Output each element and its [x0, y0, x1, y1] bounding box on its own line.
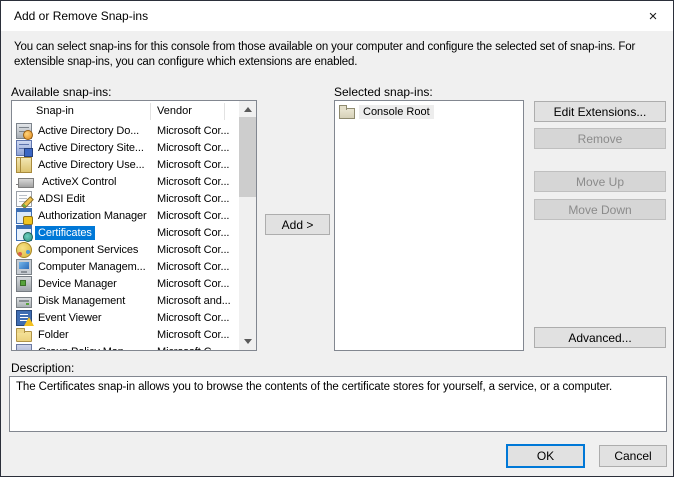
snapin-row[interactable]: Device Manager Microsoft Cor...	[12, 275, 239, 292]
disk-management-icon	[16, 296, 32, 308]
snapin-label: Device Manager	[38, 277, 117, 290]
snapin-row[interactable]: Active Directory Site... Microsoft Cor...	[12, 139, 239, 157]
snapin-vendor: Microsoft Cor...	[157, 124, 230, 137]
add-remove-snapins-dialog: Add or Remove Snap-ins × You can select …	[0, 0, 674, 477]
snapin-label: ADSI Edit	[38, 192, 85, 205]
add-button[interactable]: Add >	[265, 214, 330, 235]
snapin-vendor: Microsoft Cor...	[157, 192, 230, 205]
snapin-vendor: Microsoft Cor...	[157, 243, 230, 256]
snapin-label: Component Services	[38, 243, 139, 256]
list-header: Snap-in Vendor	[12, 101, 256, 122]
scrollbar-thumb[interactable]	[239, 117, 256, 197]
snapin-vendor: Microsoft C...	[157, 346, 220, 351]
close-icon[interactable]: ×	[639, 5, 667, 28]
ok-button[interactable]: OK	[506, 444, 585, 468]
edit-extensions-button[interactable]: Edit Extensions...	[534, 101, 666, 122]
snapin-vendor: Microsoft Cor...	[157, 311, 230, 324]
column-header-vendor[interactable]: Vendor	[157, 105, 192, 117]
computer-management-icon	[16, 258, 32, 275]
snapin-vendor: Microsoft Cor...	[157, 158, 230, 171]
snapin-vendor: Microsoft Cor...	[157, 226, 230, 239]
description-box: The Certificates snap-in allows you to b…	[9, 376, 667, 432]
selected-snapin-item[interactable]: Console Root	[335, 101, 523, 119]
snapin-vendor: Microsoft Cor...	[157, 328, 230, 341]
snapin-row[interactable]: Disk Management Microsoft and...	[12, 292, 239, 309]
scrollbar[interactable]	[239, 101, 256, 350]
snapin-row[interactable]: ActiveX Control Microsoft Cor...	[12, 173, 239, 190]
snapin-row[interactable]: ADSI Edit Microsoft Cor...	[12, 190, 239, 207]
snapin-label: Active Directory Use...	[38, 158, 145, 171]
snapin-row[interactable]: Active Directory Use... Microsoft Cor...	[12, 156, 239, 173]
device-manager-icon	[16, 275, 32, 292]
snapin-label: Active Directory Do...	[38, 124, 140, 137]
event-viewer-icon	[16, 309, 34, 326]
authorization-manager-icon	[16, 207, 33, 225]
snapin-label: ActiveX Control	[42, 175, 117, 188]
snapin-row[interactable]: Folder Microsoft Cor...	[12, 326, 239, 343]
move-up-button: Move Up	[534, 171, 666, 192]
snapin-vendor: Microsoft Cor...	[157, 175, 230, 188]
window-title: Add or Remove Snap-ins	[14, 9, 149, 23]
snapin-label: Group Policy Man...	[35, 345, 136, 351]
snapin-row[interactable]: Certificates Microsoft Cor...	[12, 224, 239, 242]
scrollbar-up-icon[interactable]	[239, 101, 256, 118]
available-snapins-label: Available snap-ins:	[11, 85, 112, 99]
cancel-button[interactable]: Cancel	[599, 445, 667, 467]
snapin-row[interactable]: Authorization Manager Microsoft Cor...	[12, 207, 239, 225]
available-snapins-list: Snap-in Vendor Active Directory Do... Mic…	[11, 100, 257, 351]
snapin-vendor: Microsoft and...	[157, 294, 231, 307]
component-services-icon	[16, 241, 32, 258]
intro-text: You can select snap-ins for this console…	[14, 40, 666, 70]
snapin-label: Event Viewer	[38, 311, 102, 324]
snapin-rows: Active Directory Do... Microsoft Cor... Ac…	[12, 122, 239, 350]
selected-snapins-list: Console Root	[334, 100, 524, 351]
advanced-button[interactable]: Advanced...	[534, 327, 666, 348]
group-policy-icon	[16, 343, 32, 350]
scrollbar-down-icon[interactable]	[239, 333, 256, 350]
ad-domains-icon	[16, 122, 33, 140]
snapin-label: Folder	[38, 328, 69, 341]
selected-snapins-label: Selected snap-ins:	[334, 85, 433, 99]
folder-icon	[16, 328, 32, 342]
snapin-vendor: Microsoft Cor...	[157, 209, 230, 222]
snapin-row[interactable]: Computer Managem... Microsoft Cor...	[12, 258, 239, 275]
activex-icon	[16, 178, 34, 188]
selected-snapin-label: Console Root	[359, 104, 434, 119]
column-divider	[224, 103, 225, 120]
snapin-label: Certificates	[35, 225, 95, 240]
snapin-row[interactable]: Active Directory Do... Microsoft Cor...	[12, 122, 239, 140]
titlebar: Add or Remove Snap-ins ×	[1, 1, 673, 31]
snapin-row[interactable]: Event Viewer Microsoft Cor...	[12, 309, 239, 326]
certificates-icon	[16, 224, 33, 242]
snapin-row[interactable]: Component Services Microsoft Cor...	[12, 241, 239, 258]
column-header-snapin[interactable]: Snap-in	[36, 105, 74, 117]
snapin-vendor: Microsoft Cor...	[157, 277, 230, 290]
intro-line-2: extensible snap-ins, you can configure w…	[14, 56, 358, 68]
snapin-label: Authorization Manager	[38, 209, 147, 222]
console-root-folder-icon	[339, 105, 355, 119]
ad-sites-icon	[16, 139, 33, 157]
snapin-row[interactable]: Group Policy Man... Microsoft C...	[12, 343, 239, 350]
column-divider	[150, 103, 151, 120]
description-label: Description:	[11, 361, 75, 375]
snapin-label: Disk Management	[38, 294, 126, 307]
snapin-label: Active Directory Site...	[38, 141, 144, 154]
snapin-label: Computer Managem...	[38, 260, 146, 273]
intro-line-1: You can select snap-ins for this console…	[14, 41, 636, 53]
snapin-vendor: Microsoft Cor...	[157, 260, 230, 273]
remove-button: Remove	[534, 128, 666, 149]
adsi-edit-icon	[16, 190, 32, 207]
move-down-button: Move Down	[534, 199, 666, 220]
snapin-vendor: Microsoft Cor...	[157, 141, 230, 154]
ad-users-icon	[16, 156, 32, 173]
